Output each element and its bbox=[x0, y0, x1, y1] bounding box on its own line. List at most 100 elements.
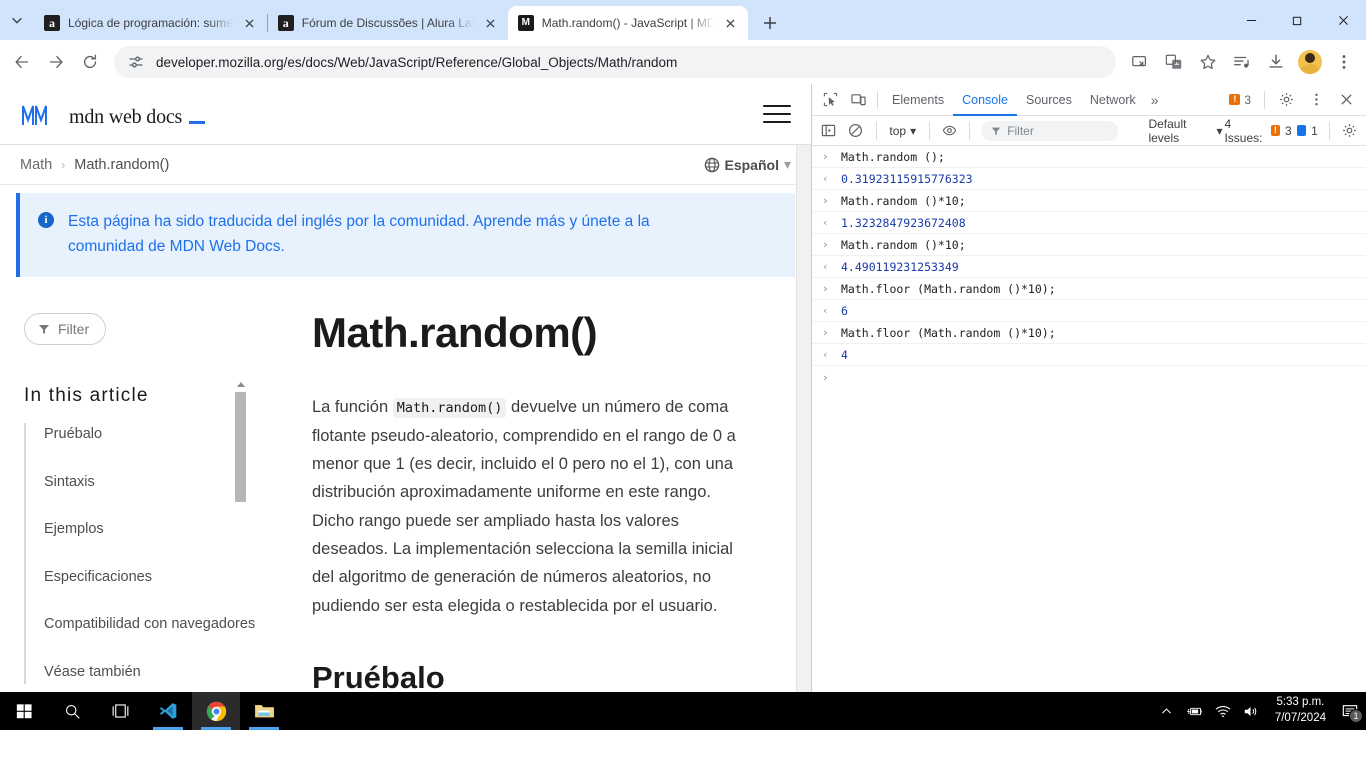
new-tab-button[interactable] bbox=[756, 9, 784, 37]
console-row[interactable]: › Math.random ()*10; bbox=[812, 234, 1366, 256]
toc-item-especificaciones[interactable]: Especificaciones bbox=[44, 566, 260, 589]
execution-context-selector[interactable]: top ▾ bbox=[883, 124, 922, 138]
console-text: 4 bbox=[841, 347, 848, 362]
toc-item-vease-tambien[interactable]: Véase también bbox=[44, 661, 260, 684]
console-row[interactable]: ‹ 4.490119231253349 bbox=[812, 256, 1366, 278]
chrome-menu-icon[interactable] bbox=[1328, 46, 1360, 78]
toc-inner-scrollbar[interactable] bbox=[233, 382, 249, 730]
translate-icon[interactable] bbox=[1158, 46, 1190, 78]
tab-sources[interactable]: Sources bbox=[1017, 84, 1081, 116]
downloads-icon[interactable] bbox=[1260, 46, 1292, 78]
close-icon[interactable] bbox=[241, 14, 259, 32]
console-sidebar-icon[interactable] bbox=[816, 118, 841, 144]
notification-center-icon[interactable]: 1 bbox=[1342, 703, 1363, 723]
error-count: 3 bbox=[1244, 92, 1251, 107]
chrome-icon[interactable] bbox=[192, 692, 240, 730]
chevron-down-icon: ▾ bbox=[783, 156, 791, 172]
mdn-icon: M bbox=[517, 15, 534, 31]
mdn-logo-text: mdn web docs bbox=[69, 106, 183, 128]
maximize-icon[interactable] bbox=[1274, 0, 1320, 40]
info-icon: i bbox=[38, 212, 54, 228]
scroll-up-arrow-icon[interactable] bbox=[237, 382, 245, 387]
forward-arrow-icon[interactable] bbox=[40, 46, 72, 78]
console-row[interactable]: › Math.floor (Math.random ()*10); bbox=[812, 278, 1366, 300]
console-output[interactable]: › Math.random (); ‹ 0.31923115915776323 › M… bbox=[812, 146, 1366, 730]
console-filter-input[interactable]: Filter bbox=[981, 120, 1119, 141]
start-windows-icon[interactable] bbox=[0, 692, 48, 730]
back-arrow-icon[interactable] bbox=[6, 46, 38, 78]
search-icon[interactable] bbox=[48, 692, 96, 730]
toc-item-compatibilidad[interactable]: Compatibilidad con navegadores bbox=[44, 613, 260, 636]
wifi-icon[interactable] bbox=[1215, 703, 1231, 719]
output-caret-icon: ‹ bbox=[822, 304, 829, 317]
console-row[interactable]: ‹ 1.3232847923672408 bbox=[812, 212, 1366, 234]
toc-item-ejemplos[interactable]: Ejemplos bbox=[44, 518, 260, 541]
language-selector[interactable]: Español ▾ bbox=[704, 156, 791, 173]
tab-network[interactable]: Network bbox=[1081, 84, 1145, 116]
page-scrollbar[interactable] bbox=[796, 145, 811, 730]
clear-console-icon[interactable] bbox=[843, 118, 868, 144]
hamburger-menu[interactable] bbox=[763, 102, 791, 126]
browser-tab-2[interactable]: a Fórum de Discussões | Alura Lat bbox=[268, 6, 508, 40]
devtools-panel: Elements Console Sources Network » 3 bbox=[811, 84, 1366, 730]
browser-tab-3-active[interactable]: M Math.random() - JavaScript | MD bbox=[507, 6, 748, 40]
console-text: Math.random ()*10; bbox=[841, 237, 966, 252]
battery-charging-icon[interactable] bbox=[1186, 703, 1203, 719]
filter-placeholder: Filter bbox=[1007, 123, 1034, 138]
alura-icon: a bbox=[44, 15, 60, 31]
issues-error-count: 3 bbox=[1285, 123, 1292, 138]
console-row[interactable]: ‹ 0.31923115915776323 bbox=[812, 168, 1366, 190]
console-row[interactable]: › Math.random ()*10; bbox=[812, 190, 1366, 212]
scrollbar-thumb[interactable] bbox=[235, 392, 246, 502]
console-row[interactable]: › Math.random (); bbox=[812, 146, 1366, 168]
toc-filter-button[interactable]: Filter bbox=[24, 313, 107, 346]
globe-icon bbox=[704, 157, 720, 173]
reload-icon[interactable] bbox=[74, 46, 106, 78]
gear-icon[interactable] bbox=[1272, 87, 1300, 113]
minimize-icon[interactable] bbox=[1228, 0, 1274, 40]
toc-item-sintaxis[interactable]: Sintaxis bbox=[44, 471, 260, 494]
file-explorer-icon[interactable] bbox=[240, 692, 288, 730]
mdn-logo[interactable]: mdn web docs bbox=[20, 101, 206, 128]
reading-list-icon[interactable] bbox=[1226, 46, 1258, 78]
vscode-icon[interactable] bbox=[144, 692, 192, 730]
show-hidden-icons-chevron[interactable] bbox=[1159, 703, 1175, 719]
console-input-prompt[interactable]: › bbox=[812, 366, 1366, 388]
filter-icon bbox=[39, 325, 49, 335]
tab-console[interactable]: Console bbox=[953, 84, 1017, 116]
gear-icon[interactable] bbox=[1337, 118, 1362, 144]
bookmark-star-icon[interactable] bbox=[1192, 46, 1224, 78]
more-options-icon[interactable] bbox=[1302, 87, 1330, 113]
task-view-icon[interactable] bbox=[96, 692, 144, 730]
more-tabs-icon[interactable]: » bbox=[1145, 92, 1165, 108]
console-row[interactable]: › Math.floor (Math.random ()*10); bbox=[812, 322, 1366, 344]
notice-text[interactable]: Esta página ha sido traducida del inglés… bbox=[68, 209, 708, 259]
taskbar-clock[interactable]: 5:33 p.m. 7/07/2024 bbox=[1271, 695, 1330, 726]
tab-search-chevron-icon[interactable] bbox=[0, 0, 34, 40]
close-icon[interactable] bbox=[1320, 0, 1366, 40]
breadcrumb-parent[interactable]: Math bbox=[20, 157, 52, 173]
tab-elements[interactable]: Elements bbox=[883, 84, 953, 116]
profile-avatar[interactable] bbox=[1294, 46, 1326, 78]
close-icon[interactable] bbox=[1332, 87, 1360, 113]
close-icon[interactable] bbox=[722, 14, 740, 32]
browser-tab-1[interactable]: a Lógica de programación: sumé bbox=[34, 6, 267, 40]
clock-time: 5:33 p.m. bbox=[1276, 696, 1325, 709]
volume-icon[interactable] bbox=[1243, 703, 1259, 719]
device-toolbar-icon[interactable] bbox=[844, 87, 872, 113]
error-icon bbox=[1270, 124, 1280, 137]
console-row[interactable]: ‹ 6 bbox=[812, 300, 1366, 322]
address-bar[interactable]: developer.mozilla.org/es/docs/Web/JavaSc… bbox=[114, 46, 1116, 78]
toc-item-pruebalo[interactable]: Pruébalo bbox=[44, 423, 260, 446]
console-row[interactable]: ‹ 4 bbox=[812, 344, 1366, 366]
issues-summary[interactable]: 4 Issues: 3 1 bbox=[1224, 117, 1321, 145]
live-expression-icon[interactable] bbox=[937, 118, 962, 144]
log-levels-selector[interactable]: Default levels ▾ bbox=[1148, 117, 1222, 145]
close-icon[interactable] bbox=[482, 14, 500, 32]
site-settings-icon[interactable] bbox=[128, 54, 144, 70]
cast-icon[interactable] bbox=[1124, 46, 1156, 78]
system-tray: 5:33 p.m. 7/07/2024 1 bbox=[1159, 695, 1366, 726]
inspect-element-icon[interactable] bbox=[816, 87, 844, 113]
error-count-badge[interactable]: 3 bbox=[1223, 93, 1257, 107]
devtools-toolbar-right: 3 bbox=[1223, 87, 1362, 113]
